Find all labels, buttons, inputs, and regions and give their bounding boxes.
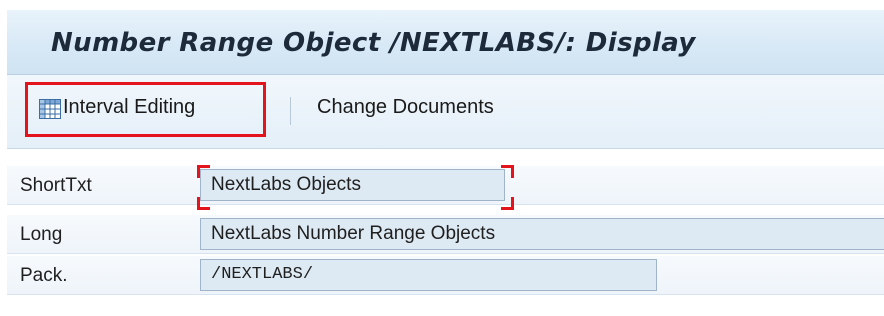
form-row-short-text: ShortTxt NextLabs Objects	[7, 165, 884, 210]
package-field[interactable]: /NEXTLABS/	[200, 259, 657, 291]
change-documents-label: Change Documents	[317, 96, 494, 118]
title-bar: Number Range Object /NEXTLABS/: Display	[7, 10, 884, 75]
short-text-field[interactable]: NextLabs Objects	[200, 169, 505, 201]
page-title: Number Range Object /NEXTLABS/: Display	[51, 28, 696, 58]
highlight-corner	[501, 197, 514, 210]
long-text-label: Long	[20, 224, 63, 245]
package-label: Pack.	[20, 265, 68, 286]
highlight-corner	[197, 165, 210, 178]
table-grid-icon	[39, 99, 61, 119]
long-text-field[interactable]: NextLabs Number Range Objects	[200, 218, 884, 250]
form-row-package: Pack. /NEXTLABS/	[7, 256, 884, 295]
short-text-label: ShortTxt	[20, 175, 92, 196]
form-area: ShortTxt NextLabs Objects Long NextLabs …	[7, 149, 884, 316]
form-row-long-text: Long NextLabs Number Range Objects	[7, 215, 884, 254]
sap-window: Number Range Object /NEXTLABS/: Display …	[0, 0, 884, 316]
interval-editing-label: Interval Editing	[63, 96, 196, 118]
interval-editing-button[interactable]: Interval Editing	[25, 82, 266, 137]
highlight-corner	[197, 197, 210, 210]
toolbar-separator	[290, 97, 291, 125]
highlight-corner	[501, 165, 514, 178]
change-documents-button[interactable]: Change Documents	[317, 96, 494, 119]
application-toolbar: Interval Editing Change Documents	[7, 75, 884, 149]
